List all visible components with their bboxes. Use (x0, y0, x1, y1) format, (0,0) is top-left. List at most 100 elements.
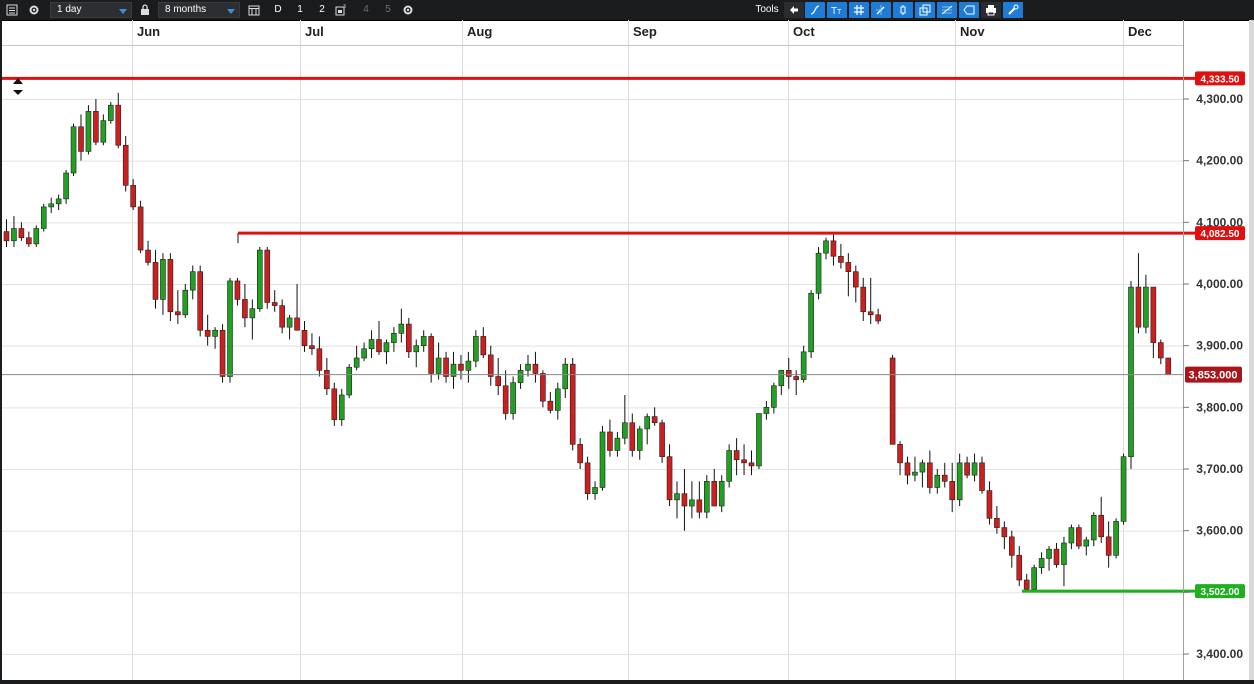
level-price-badge: 3,502.00 (1195, 584, 1245, 599)
candle-body (100, 120, 107, 143)
x-tick-label: Aug (467, 24, 492, 39)
candle-body (1105, 536, 1112, 556)
candle-body (860, 286, 867, 313)
back-arrow-icon[interactable] (784, 2, 804, 18)
candle-body (502, 385, 509, 414)
candle-body (517, 370, 524, 383)
candle-body (1068, 527, 1075, 544)
draw-icon[interactable] (871, 2, 891, 18)
print-icon[interactable] (981, 2, 1001, 18)
scroll-arrows-icon[interactable] (13, 78, 23, 95)
candle (510, 376, 516, 420)
calendar-icon[interactable] (246, 2, 262, 18)
candle (830, 234, 837, 266)
candle-body (294, 317, 300, 331)
svg-text:3: 3 (343, 4, 346, 10)
day-button[interactable]: D (270, 2, 286, 18)
candle-body (659, 422, 665, 457)
candle-body (525, 363, 531, 371)
candle (204, 314, 211, 346)
candle-body (1008, 536, 1015, 556)
candle (1031, 564, 1037, 592)
candle-body (189, 271, 196, 291)
candle-body (11, 228, 17, 242)
interval-select[interactable]: 1 day (50, 2, 132, 18)
candle-body (666, 456, 673, 501)
candle-body (458, 363, 464, 371)
candle (1105, 521, 1112, 568)
candle-body (3, 231, 10, 242)
interval-value: 1 day (57, 4, 82, 15)
candle-body (889, 357, 896, 445)
gear-icon[interactable] (400, 2, 416, 18)
candle-body (212, 329, 218, 337)
layers-icon[interactable] (915, 2, 935, 18)
candle (301, 321, 308, 352)
candle (696, 481, 703, 519)
text-icon[interactable]: TT (827, 2, 847, 18)
settings-icon[interactable] (26, 2, 42, 18)
candle (182, 284, 189, 318)
layout-3-icon[interactable]: 3 (333, 2, 349, 18)
candle (629, 413, 636, 457)
candle (33, 225, 40, 247)
grid-icon[interactable] (849, 2, 869, 18)
candle-body (711, 481, 718, 507)
candle-body (48, 203, 55, 208)
candle-icon[interactable] (893, 2, 913, 18)
candle-body (301, 329, 308, 346)
candle-body (793, 376, 800, 380)
candle-body (286, 317, 293, 328)
candle-body (562, 363, 569, 390)
candle (941, 462, 948, 488)
candle-body (361, 348, 367, 359)
candle-body (182, 289, 189, 316)
candle (971, 453, 978, 482)
candle-body (63, 172, 69, 200)
candlestick-chart[interactable]: Jun Jul Aug Sep Oct Nov Dec 4,300.004,200.004,… (0, 20, 1254, 684)
candle-body (1001, 527, 1008, 538)
candle (502, 370, 509, 420)
candle-body (234, 280, 241, 300)
candle (592, 481, 598, 500)
curve-icon[interactable] (805, 2, 825, 18)
candle-body (838, 255, 844, 263)
candle-body (540, 373, 546, 402)
x-tick-label: Dec (1128, 24, 1152, 39)
candle (331, 382, 338, 426)
candle-body (1150, 286, 1157, 343)
candle-body (473, 336, 479, 362)
candle-body (718, 481, 725, 507)
candle-body (1038, 558, 1045, 568)
lock-icon[interactable] (138, 2, 152, 18)
candle (554, 382, 561, 420)
layout-1-button[interactable]: 1 (292, 2, 308, 18)
shape-icon[interactable] (959, 2, 979, 18)
range-value: 8 months (165, 4, 207, 15)
candle-body (1090, 514, 1097, 541)
candle-body (733, 450, 740, 461)
menu-icon[interactable] (4, 2, 20, 18)
candle-body (815, 252, 822, 294)
y-tick-label: 3,400.00 (1196, 647, 1243, 661)
candle-body (994, 518, 1000, 528)
candle (919, 459, 926, 488)
candle (659, 419, 665, 463)
fibonacci-icon[interactable] (937, 2, 957, 18)
range-select[interactable]: 8 months (158, 2, 240, 18)
settings-tool-icon[interactable] (1003, 2, 1023, 18)
candle-body (919, 462, 926, 473)
candle (391, 327, 397, 352)
candle (949, 462, 956, 513)
candle (40, 203, 47, 232)
candle (718, 475, 725, 513)
candle-body (1128, 286, 1134, 457)
candle-body (338, 394, 345, 420)
layout-2-button[interactable]: 2 (314, 2, 330, 18)
candle-body (108, 104, 114, 121)
candle-body (599, 431, 606, 488)
candle (376, 321, 382, 355)
candle (815, 247, 822, 300)
candle-body (800, 351, 807, 380)
candle-body (547, 400, 554, 411)
